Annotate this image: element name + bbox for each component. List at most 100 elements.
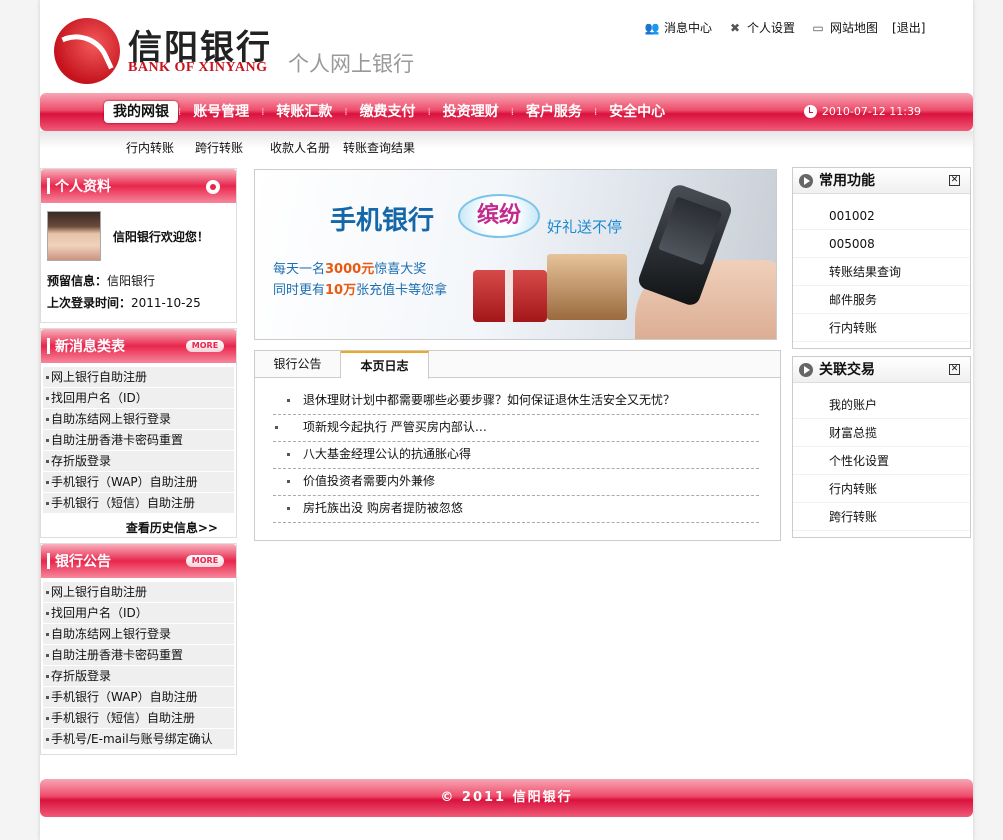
news-item[interactable]: 退休理财计划中都需要哪些必要步骤？如何保证退休生活安全又无忧？ [273,388,759,415]
announcement-item[interactable]: 手机银行（WAP）自助注册 [43,687,234,708]
nav-account-management[interactable]: 账号管理 [181,101,261,123]
nav-customer-service[interactable]: 客户服务 [514,101,594,123]
messages-panel-header: 新消息类表 MORE [41,329,236,363]
reserved-info-label: 预留信息： [47,274,108,288]
view-history-link[interactable]: 查看历史信息>> [41,516,236,537]
announcement-item[interactable]: 自助注册香港卡密码重置 [43,645,234,666]
nav-separator: ⁞ [344,106,348,118]
nav-payment[interactable]: 缴费支付 [348,101,428,123]
announcement-item[interactable]: 手机银行（短信）自助注册 [43,708,234,729]
announcement-item[interactable]: 存折版登录 [43,666,234,687]
announcement-item[interactable]: 网上银行自助注册 [43,582,234,603]
gift-box-icon [473,270,547,322]
common-functions-header: 常用功能 ✕ [793,168,970,194]
banner-line-1-highlight: 3000元 [325,262,375,277]
footer: © 2011 信阳银行 [40,779,973,817]
common-function-item[interactable]: 转账结果查询 [793,258,970,286]
site-subtitle: 个人网上银行 [288,52,414,76]
tab-bank-announcements[interactable]: 银行公告 [255,351,341,378]
subnav-payee-list[interactable]: 收款人名册 [270,139,330,156]
avatar [47,211,101,261]
toggle-circle-icon[interactable] [206,180,220,194]
banner-line-1a: 每天一名 [273,262,326,277]
message-item[interactable]: 手机银行（短信）自助注册 [43,493,234,514]
banner-line-2-highlight: 10万 [325,283,357,298]
last-login-value: 2011-10-25 [131,296,201,310]
monitor-icon: ▭ [812,20,824,35]
current-time-text: 2010-07-12 11:39 [821,105,921,118]
nav-separator: ⁞ [510,106,514,118]
logout-link[interactable]: [退出] [892,19,925,36]
nav-separator: ⁞ [261,106,265,118]
related-transactions-title: 关联交易 [819,362,875,378]
common-function-item[interactable]: 行内转账 [793,314,970,342]
banner-bubble-text: 缤纷 [458,194,540,238]
nav-separator: ⁞ [427,106,431,118]
related-item[interactable]: 我的账户 [793,391,970,419]
related-item[interactable]: 财富总揽 [793,419,970,447]
arrow-right-icon [799,363,813,377]
message-item[interactable]: 存折版登录 [43,451,234,472]
message-item[interactable]: 找回用户名（ID） [43,388,234,409]
welcome-text: 信阳银行欢迎您！ [112,229,209,244]
site-map-link[interactable]: ▭ 网站地图 [809,19,878,36]
common-function-item[interactable]: 邮件服务 [793,286,970,314]
message-item[interactable]: 网上银行自助注册 [43,367,234,388]
gift-box-icon [547,254,627,320]
nav-security-center[interactable]: 安全中心 [597,101,677,123]
nav-investment[interactable]: 投资理财 [431,101,511,123]
message-item[interactable]: 自助冻结网上银行登录 [43,409,234,430]
announcement-item[interactable]: 手机号/E-mail与账号绑定确认 [43,729,234,750]
announcements-panel-title: 银行公告 [55,554,111,570]
profile-panel-header: 个人资料 [41,169,236,203]
banner-line-2: 同时更有10万张充值卡等您拿 [273,279,447,298]
related-transactions-panel: 关联交易 ✕ 我的账户 财富总揽 个性化设置 行内转账 跨行转账 [792,356,971,538]
related-item[interactable]: 个性化设置 [793,447,970,475]
news-item[interactable]: 项新规今起执行 严管买房内部认… [273,415,759,442]
common-function-item[interactable]: 005008 [793,230,970,258]
related-item[interactable]: 行内转账 [793,475,970,503]
news-item[interactable]: 价值投资者需要内外兼修 [273,469,759,496]
messages-more-button[interactable]: MORE [186,340,224,352]
nav-transfer[interactable]: 转账汇款 [264,101,344,123]
common-functions-panel: 常用功能 ✕ 001002 005008 转账结果查询 邮件服务 行内转账 [792,167,971,349]
messages-panel: 新消息类表 MORE 网上银行自助注册 找回用户名（ID） 自助冻结网上银行登录… [40,328,237,538]
nav-separator: ⁞ [593,106,598,118]
bank-name-en: BANK OF XINYANG [128,60,268,75]
main-nav: 我的网银 ⁞ 账号管理 ⁞ 转账汇款 ⁞ 缴费支付 ⁞ 投资理财 ⁞ 客户服务 … [40,93,973,131]
current-time: 2010-07-12 11:39 [803,105,921,118]
clock-icon [803,105,817,118]
message-center-link[interactable]: 👥 消息中心 [643,19,713,36]
related-item[interactable]: 跨行转账 [793,503,970,531]
tab-page-log[interactable]: 本页日志 [341,351,429,379]
top-links: 👥 消息中心 ✖ 个人设置 ▭ 网站地图 [退出] [643,19,926,36]
close-icon[interactable]: ✕ [949,364,960,375]
subnav-inter-bank-transfer[interactable]: 跨行转账 [195,139,243,156]
subnav-transfer-query[interactable]: 转账查询结果 [343,139,415,156]
common-function-item[interactable]: 001002 [793,202,970,230]
last-login-label: 上次登录时间： [47,296,132,310]
footer-copyright: © 2011 信阳银行 [440,790,573,805]
banner-line-2a: 同时更有 [273,283,326,298]
news-item[interactable]: 房托族出没 购房者提防被忽悠 [273,496,759,523]
message-item[interactable]: 自助注册香港卡密码重置 [43,430,234,451]
promo-banner[interactable]: 手机银行 缤纷 好礼送不停 每天一名3000元惊喜大奖 同时更有10万张充值卡等… [254,169,777,340]
subnav-intra-bank-transfer[interactable]: 行内转账 [126,139,174,156]
sub-nav: 行内转账 跨行转账 收款人名册 转账查询结果 [40,131,973,161]
messages-panel-title: 新消息类表 [55,339,125,355]
message-item[interactable]: 手机银行（WAP）自助注册 [43,472,234,493]
news-item[interactable]: 八大基金经理公认的抗通胀心得 [273,442,759,469]
nav-my-bank[interactable]: 我的网银 [104,101,178,123]
personal-settings-label: 个人设置 [747,21,796,35]
personal-settings-link[interactable]: ✖ 个人设置 [726,19,795,36]
common-functions-title: 常用功能 [819,173,875,189]
announcement-item[interactable]: 自助冻结网上银行登录 [43,624,234,645]
nav-separator: ⁞ [178,106,182,118]
announcements-more-button[interactable]: MORE [186,555,224,567]
related-transactions-header: 关联交易 ✕ [793,357,970,383]
reserved-info-value: 信阳银行 [107,274,156,288]
announcement-item[interactable]: 找回用户名（ID） [43,603,234,624]
close-icon[interactable]: ✕ [949,175,960,186]
site-map-label: 网站地图 [830,21,879,35]
banner-line-1: 每天一名3000元惊喜大奖 [273,258,426,277]
